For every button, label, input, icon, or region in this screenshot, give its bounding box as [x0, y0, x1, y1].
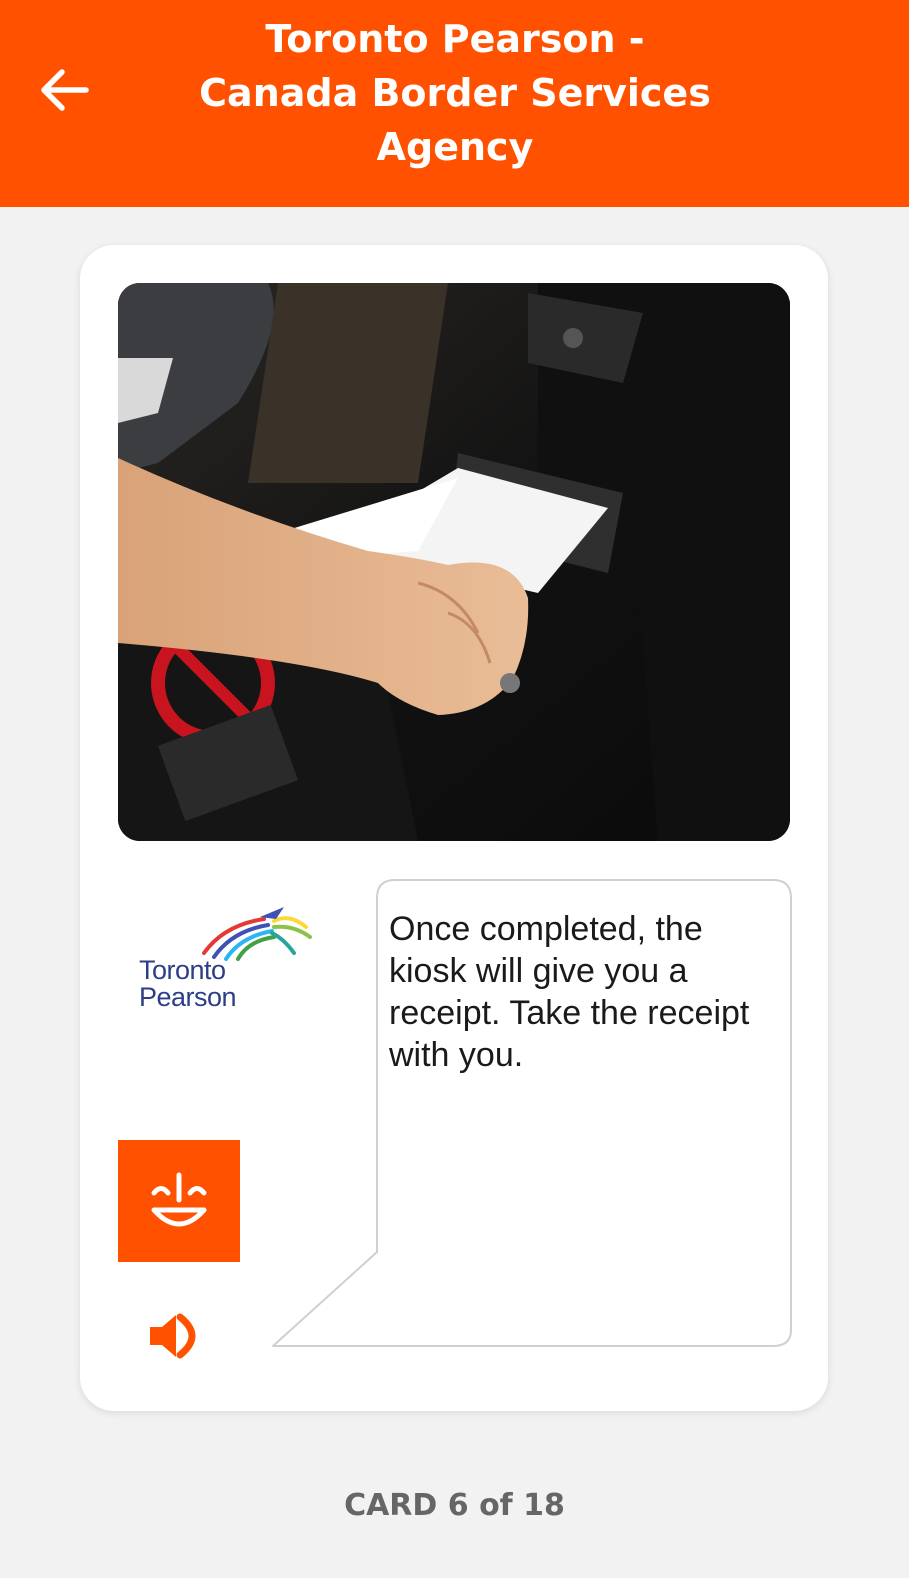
social-story-card: Toronto Pearson Once completed, the kios…: [80, 245, 828, 1411]
kiosk-receipt-photo: [118, 283, 790, 841]
arrow-left-icon: [41, 69, 89, 111]
card-message: Once completed, the kiosk will give you …: [389, 910, 750, 1074]
logo-text: Toronto Pearson: [139, 955, 237, 1012]
smiley-face-icon: [151, 1172, 207, 1227]
page-title: Toronto Pearson - Canada Border Services…: [199, 17, 711, 169]
logo-line-1: Toronto: [139, 955, 226, 985]
speaker-button[interactable]: [146, 1305, 208, 1367]
speech-bubble: Once completed, the kiosk will give you …: [265, 878, 795, 1350]
speaker-icon: [150, 1313, 196, 1359]
app-header: Toronto Pearson - Canada Border Services…: [0, 0, 909, 207]
logo-line-2: Pearson: [139, 982, 237, 1012]
card-counter: CARD 6 of 18: [344, 1488, 565, 1523]
back-button[interactable]: [30, 56, 98, 124]
smile-button[interactable]: [118, 1140, 240, 1262]
